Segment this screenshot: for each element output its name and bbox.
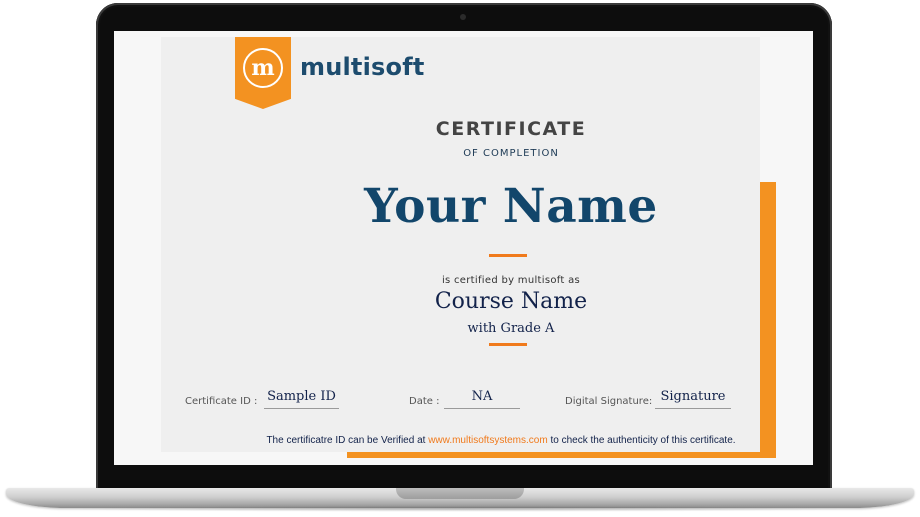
- webcam-icon: [460, 14, 466, 20]
- certificate-id-value: Sample ID: [264, 389, 339, 409]
- divider-top: [489, 254, 527, 257]
- verification-suffix: to check the authenticity of this certif…: [550, 435, 736, 446]
- orange-accent-bottom: [347, 451, 776, 458]
- laptop-screen: m multisoft CERTIFICATE OF COMPLETION Yo…: [114, 31, 813, 465]
- digital-signature-value: Signature: [655, 389, 731, 409]
- grade-text: with Grade A: [467, 321, 555, 336]
- date-value: NA: [444, 389, 520, 409]
- certificate-subtitle: OF COMPLETION: [463, 148, 559, 159]
- recipient-name: Your Name: [364, 179, 658, 234]
- laptop-notch: [396, 488, 524, 499]
- multisoft-logo-icon: m: [243, 48, 283, 88]
- brand-name: multisoft: [300, 53, 425, 81]
- certificate-id-label: Certificate ID :: [185, 396, 258, 407]
- verification-note: The certificatre ID can be Verified at w…: [221, 435, 781, 446]
- digital-signature-label: Digital Signature:: [565, 396, 653, 407]
- verification-prefix: The certificatre ID can be Verified at: [266, 435, 426, 446]
- date-label: Date :: [409, 396, 440, 407]
- certified-by-text: is certified by multisoft as: [441, 275, 581, 286]
- certificate-title: CERTIFICATE: [435, 118, 587, 140]
- laptop-shadow: [60, 506, 860, 512]
- course-name: Course Name: [434, 289, 588, 314]
- certificate: m multisoft CERTIFICATE OF COMPLETION Yo…: [161, 37, 760, 452]
- divider-bottom: [489, 343, 527, 346]
- verification-link[interactable]: www.multisoftsystems.com: [428, 435, 547, 446]
